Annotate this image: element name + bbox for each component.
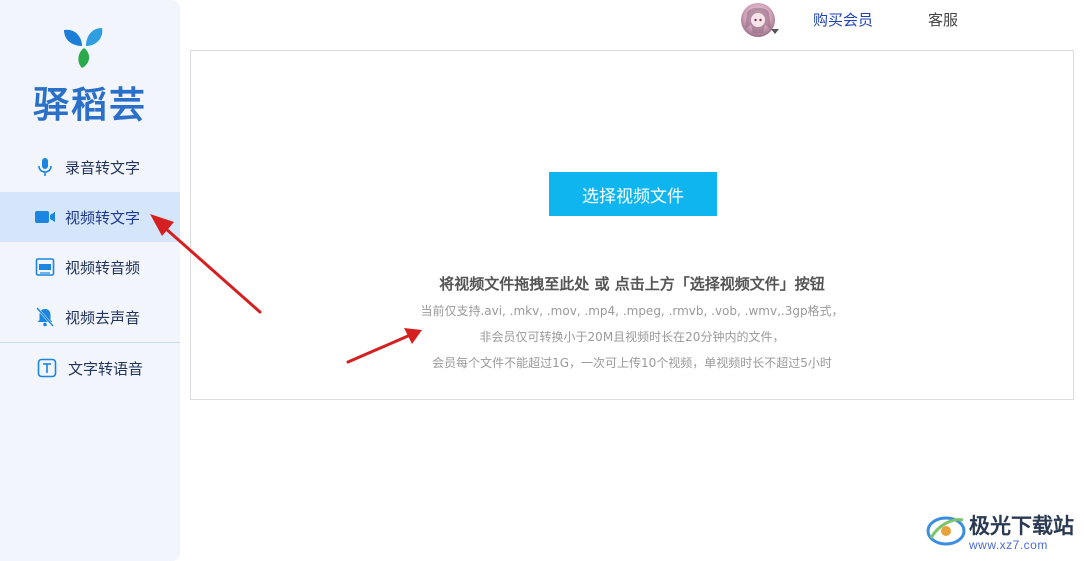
format-note: 当前仅支持.avi, .mkv, .mov, .mp4, .mpeg, .rmv…	[420, 304, 844, 318]
select-video-file-button[interactable]: 选择视频文件	[549, 172, 717, 216]
microphone-icon	[34, 156, 56, 178]
sidebar-item-text-to-speech[interactable]: 文字转语音	[0, 343, 180, 393]
drop-instruction-title: 将视频文件拖拽至此处 或 点击上方「选择视频文件」按钮	[439, 275, 825, 293]
text-t-icon	[36, 357, 58, 379]
watermark-logo-icon	[926, 516, 966, 546]
brand-name: 驿稻芸	[32, 85, 147, 126]
video-camera-icon	[34, 206, 56, 228]
watermark-url: www.xz7.com	[969, 538, 1048, 552]
chevron-down-icon[interactable]	[771, 29, 779, 34]
non-member-note: 非会员仅可转换小于20M且视频时长在20分钟内的文件，	[479, 330, 785, 344]
sidebar-item-label: 录音转文字	[65, 158, 141, 177]
file-drop-zone[interactable]	[190, 50, 1074, 400]
sidebar-item-label: 文字转语音	[68, 359, 144, 378]
sidebar-item-video-to-audio[interactable]: 视频转音频	[0, 242, 180, 292]
mute-bell-icon	[34, 306, 56, 328]
user-avatar[interactable]	[741, 3, 775, 37]
sidebar-item-remove-sound[interactable]: 视频去声音	[0, 292, 180, 342]
buy-member-link[interactable]: 购买会员	[813, 9, 873, 30]
mp3-file-icon	[34, 256, 56, 278]
app-logo: 驿稻芸	[0, 22, 180, 126]
sidebar-item-label: 视频转文字	[65, 208, 141, 227]
customer-service-link[interactable]: 客服	[928, 9, 958, 30]
leaf-logo-icon	[64, 28, 103, 68]
member-note: 会员每个文件不能超过1G，一次可上传10个视频，单视频时长不超过5小时	[432, 356, 832, 370]
sidebar-item-label: 视频去声音	[65, 308, 141, 327]
sidebar-item-label: 视频转音频	[65, 258, 141, 277]
site-watermark: 极光下载站 www.xz7.com	[925, 508, 1080, 556]
sidebar: 驿稻芸 录音转文字 视频转文字 视频转音频 视频去声音 文字转语音	[0, 0, 180, 561]
watermark-title: 极光下载站	[969, 514, 1074, 538]
sidebar-item-video-to-text[interactable]: 视频转文字	[0, 192, 180, 242]
sidebar-item-audio-to-text[interactable]: 录音转文字	[0, 142, 180, 192]
